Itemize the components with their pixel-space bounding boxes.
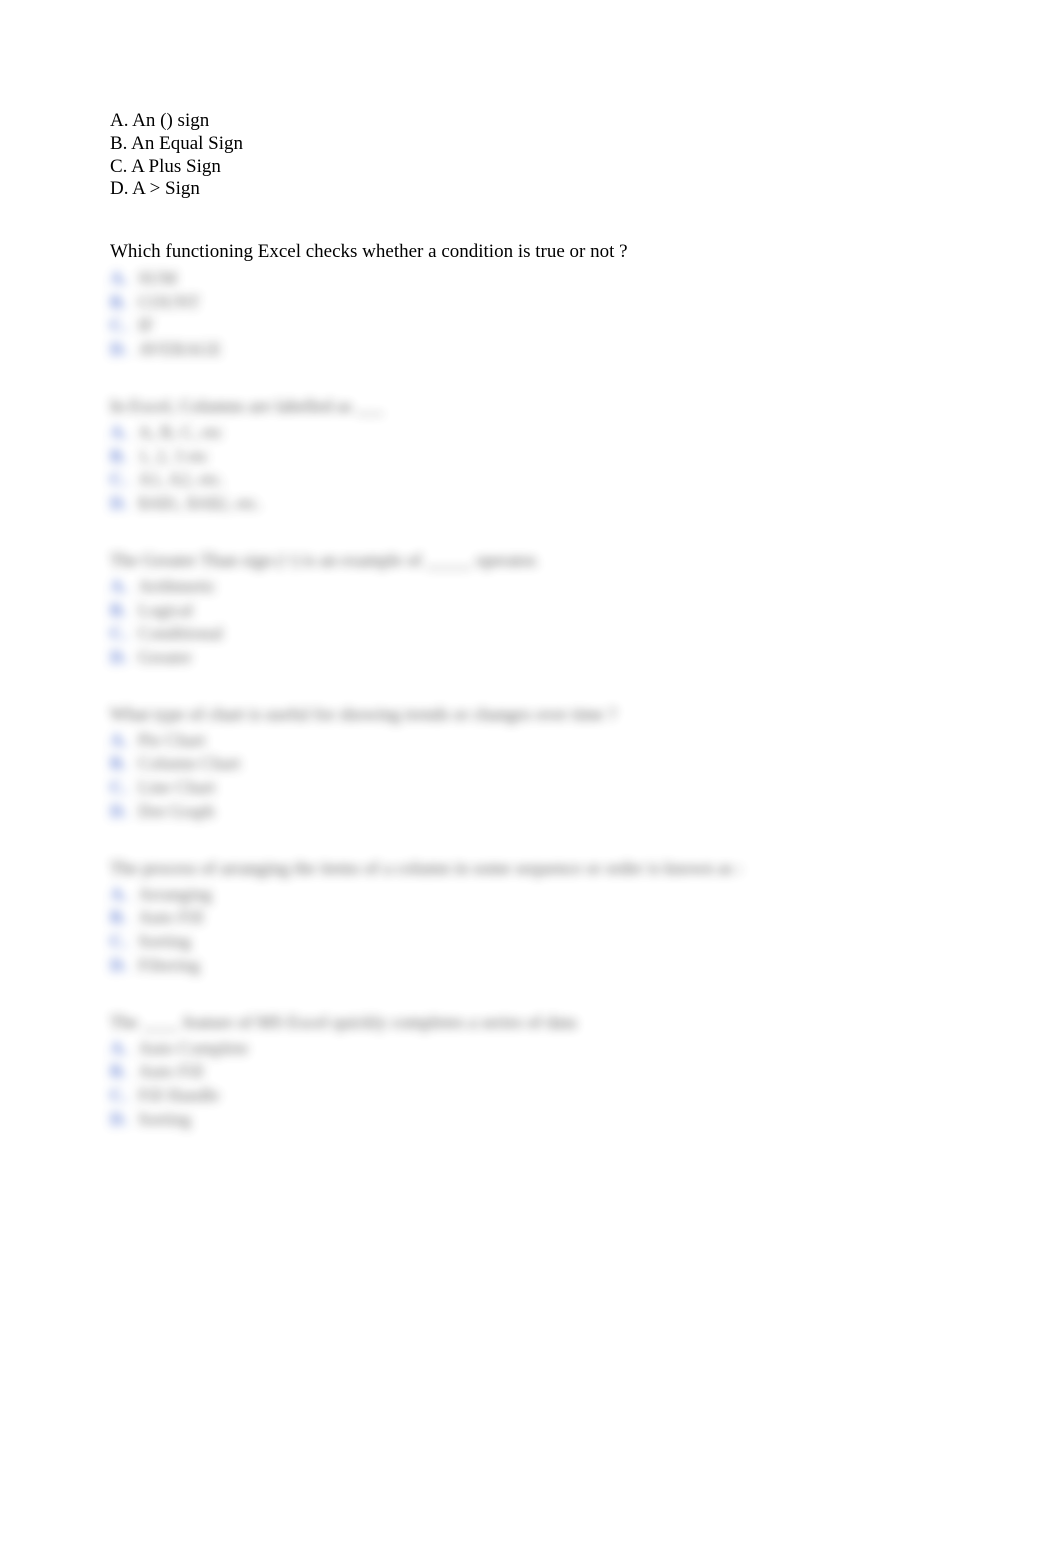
- option-b: B. An Equal Sign: [110, 133, 952, 156]
- option-text: SUM: [138, 268, 177, 290]
- blurred-question-3: What type of chart is useful for showing…: [110, 704, 952, 822]
- option-letter: D.: [110, 801, 132, 823]
- question-2-title: Which functioning Excel checks whether a…: [110, 241, 952, 264]
- option-text: $A$1, $A$2, etc.: [138, 493, 261, 515]
- option-letter: C.: [110, 931, 132, 953]
- option-letter: D.: [110, 1109, 132, 1131]
- option-text: AVERAGE: [138, 339, 222, 361]
- blurred-option: A. SUM: [110, 268, 952, 290]
- option-text: Logical: [138, 600, 193, 622]
- blurred-option: B. Logical: [110, 600, 952, 622]
- blurred-option: D. $A$1, $A$2, etc.: [110, 493, 952, 515]
- option-a: A. An () sign: [110, 110, 952, 133]
- blurred-question-4: The process of arranging the items of a …: [110, 858, 952, 976]
- blurred-option: A. Arithmetic: [110, 576, 952, 598]
- blurred-option: B. COUNT: [110, 292, 952, 314]
- blurred-question-prompt: The ____ feature of MS Excel quickly com…: [110, 1012, 952, 1034]
- blurred-option: B. 1, 2, 3 etc: [110, 446, 952, 468]
- blurred-option: C. Fill Handle: [110, 1085, 952, 1107]
- blurred-question-0: A. SUM B. COUNT C. IF D. AVERAGE: [110, 268, 952, 360]
- blurred-option: B. Column Chart: [110, 753, 952, 775]
- blurred-option: C. A1, A2, etc.: [110, 469, 952, 491]
- option-text: IF: [138, 315, 154, 337]
- option-letter: C.: [110, 623, 132, 645]
- blurred-question-2: The Greater Than sign (>) is an example …: [110, 550, 952, 668]
- option-text: Conditional: [138, 623, 223, 645]
- blurred-question-1: In Excel, Columns are labelled as ___A.A…: [110, 396, 952, 514]
- blurred-option: A. Arranging: [110, 884, 952, 906]
- blurred-question-prompt: The Greater Than sign (>) is an example …: [110, 550, 952, 572]
- option-text: Sorting: [138, 931, 191, 953]
- option-letter: A.: [110, 576, 132, 598]
- option-text: Pie Chart: [138, 730, 206, 752]
- blurred-content: A. SUM B. COUNT C. IF D. AVERAGE In Excel, Colum…: [110, 268, 952, 1130]
- question-options-block: A. An () sign B. An Equal Sign C. A Plus…: [110, 110, 952, 201]
- blurred-option: D. Sorting: [110, 1109, 952, 1131]
- option-text: Column Chart: [138, 753, 241, 775]
- option-letter: A.: [110, 884, 132, 906]
- blurred-option: B. Auto Fill: [110, 1061, 952, 1083]
- option-letter: D.: [110, 647, 132, 669]
- option-text: 1, 2, 3 etc: [138, 446, 208, 468]
- option-letter: B.: [110, 446, 132, 468]
- option-text: Dot Graph: [138, 801, 214, 823]
- option-letter: A.: [110, 268, 132, 290]
- option-letter: B.: [110, 292, 132, 314]
- option-text: Sorting: [138, 1109, 191, 1131]
- blurred-option: D. AVERAGE: [110, 339, 952, 361]
- blurred-option: C. Conditional: [110, 623, 952, 645]
- option-d: D. A > Sign: [110, 178, 952, 201]
- option-letter: C.: [110, 777, 132, 799]
- option-letter: C.: [110, 469, 132, 491]
- blurred-question-prompt: The process of arranging the items of a …: [110, 858, 952, 880]
- option-letter: B.: [110, 1061, 132, 1083]
- option-text: Greater: [138, 647, 192, 669]
- blurred-question-prompt: In Excel, Columns are labelled as ___: [110, 396, 952, 418]
- option-text: Auto Fill: [138, 1061, 204, 1083]
- blurred-option: A. A, B, C, etc: [110, 422, 952, 444]
- blurred-option: D. Greater: [110, 647, 952, 669]
- blurred-option: A. Auto Complete: [110, 1038, 952, 1060]
- option-letter: B.: [110, 600, 132, 622]
- option-c: C. A Plus Sign: [110, 156, 952, 179]
- blurred-option: C. Line Chart: [110, 777, 952, 799]
- option-text: Auto Complete: [138, 1038, 249, 1060]
- option-text: Line Chart: [138, 777, 215, 799]
- blurred-option: D. Filtering: [110, 955, 952, 977]
- option-text: A1, A2, etc.: [138, 469, 224, 491]
- option-text: Filtering: [138, 955, 200, 977]
- option-letter: B.: [110, 907, 132, 929]
- option-text: Arithmetic: [138, 576, 216, 598]
- option-text: Fill Handle: [138, 1085, 220, 1107]
- blurred-option: B. Auto Fill: [110, 907, 952, 929]
- option-text: Arranging: [138, 884, 212, 906]
- blurred-option: A. Pie Chart: [110, 730, 952, 752]
- option-letter: A.: [110, 422, 132, 444]
- option-text: Auto Fill: [138, 907, 204, 929]
- option-letter: D.: [110, 339, 132, 361]
- option-text: A, B, C, etc: [138, 422, 223, 444]
- option-letter: D.: [110, 955, 132, 977]
- option-letter: A.: [110, 730, 132, 752]
- blurred-option: C. Sorting: [110, 931, 952, 953]
- question-2: Which functioning Excel checks whether a…: [110, 241, 952, 1130]
- option-text: COUNT: [138, 292, 200, 314]
- blurred-question-prompt: What type of chart is useful for showing…: [110, 704, 952, 726]
- blurred-option: C. IF: [110, 315, 952, 337]
- blurred-option: D. Dot Graph: [110, 801, 952, 823]
- option-letter: A.: [110, 1038, 132, 1060]
- blurred-question-5: The ____ feature of MS Excel quickly com…: [110, 1012, 952, 1130]
- option-letter: C.: [110, 315, 132, 337]
- option-letter: B.: [110, 753, 132, 775]
- option-letter: D.: [110, 493, 132, 515]
- option-letter: C.: [110, 1085, 132, 1107]
